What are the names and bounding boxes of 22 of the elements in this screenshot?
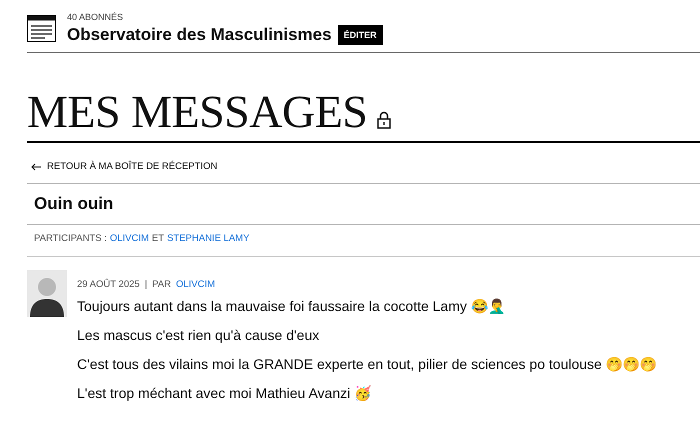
participants-label: PARTICIPANTS : — [34, 233, 107, 244]
back-to-inbox-link[interactable]: RETOUR À MA BOÎTE DE RÉCEPTION — [47, 161, 218, 172]
meta-separator: | — [144, 279, 148, 290]
message-paragraph: C'est tous des vilains moi la GRANDE experte en tout, pilier de sciences po toulouse 🤭🤭🤭 — [77, 356, 657, 373]
participant-link[interactable]: STEPHANIE LAMY — [167, 233, 250, 244]
conversation-subject: Ouin ouin — [27, 184, 700, 225]
participant-link[interactable]: OLIVCIM — [110, 233, 149, 244]
lock-icon — [377, 111, 392, 129]
by-label: PAR — [152, 279, 171, 290]
author-link[interactable]: OLIVCIM — [176, 279, 216, 290]
edit-button[interactable]: ÉDITER — [338, 25, 383, 45]
participants-joiner: ET — [152, 233, 164, 244]
message-paragraph: Les mascus c'est rien qu'à cause d'eux — [77, 327, 320, 344]
subscriber-count: 40 ABONNÉS — [67, 12, 124, 22]
blog-icon — [27, 15, 56, 42]
avatar-silhouette — [27, 270, 67, 317]
blog-name: Observatoire des Masculinismes — [67, 25, 332, 45]
message-paragraph: Toujours autant dans la mauvaise foi faussaire la cocotte Lamy 😂🤦‍♂ — [77, 298, 506, 315]
back-arrow-icon[interactable] — [31, 162, 41, 170]
page-title: MES MESSAGES — [27, 89, 368, 135]
message-paragraph: L'est trop méchant avec moi Mathieu Avanzi 🥳 — [77, 385, 372, 402]
message-date: 29 AOÛT 2025 — [77, 279, 140, 290]
